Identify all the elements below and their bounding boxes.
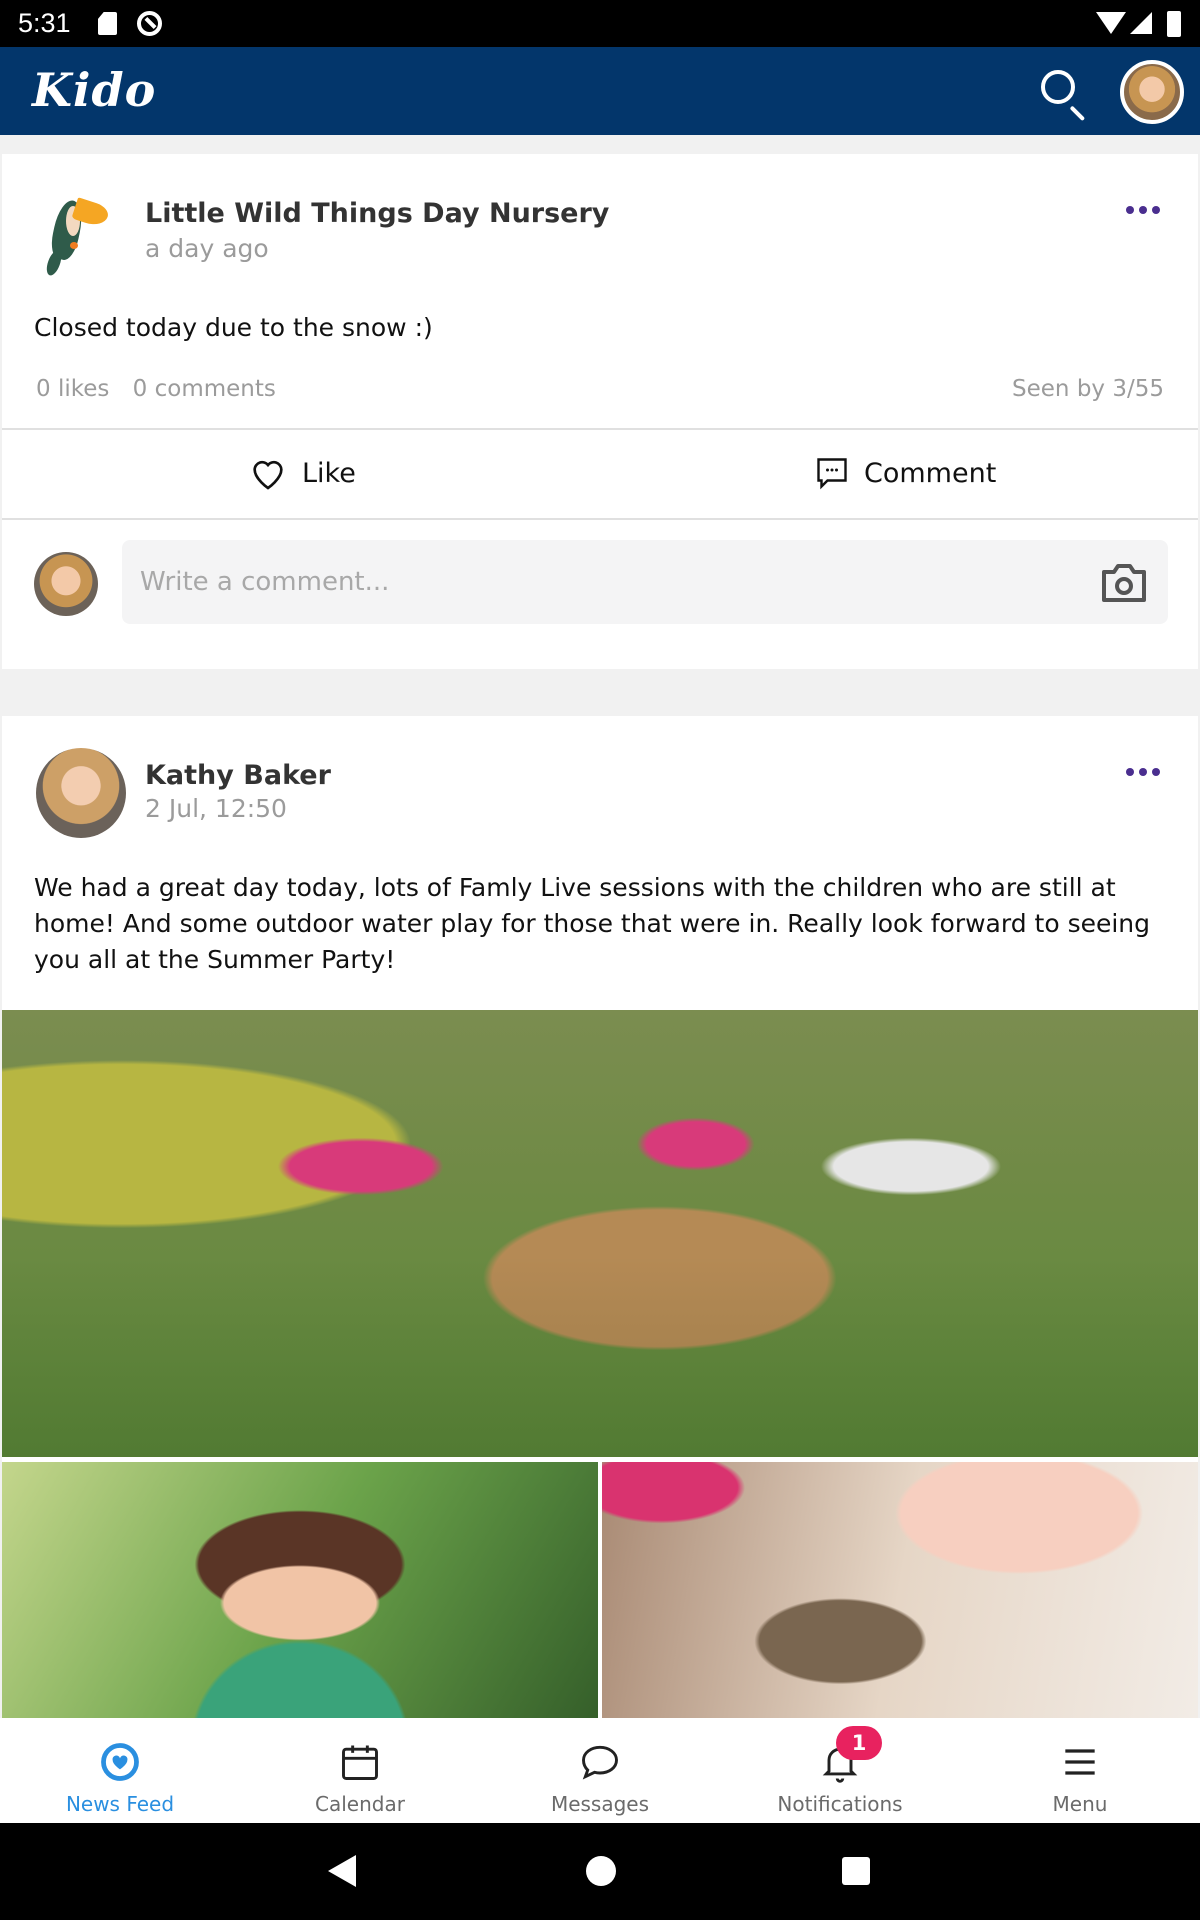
- more-options-button[interactable]: [1126, 206, 1160, 216]
- user-avatar: [34, 552, 98, 616]
- status-time: 5:31: [18, 8, 71, 38]
- wifi-icon: [1096, 12, 1126, 34]
- post-time: a day ago: [145, 234, 269, 263]
- search-icon: [1041, 70, 1075, 104]
- profile-avatar[interactable]: [1120, 60, 1184, 124]
- like-label: Like: [302, 457, 356, 489]
- post-card: Kathy Baker 2 Jul, 12:50 We had a great …: [2, 716, 1198, 1718]
- nav-label: Calendar: [315, 1792, 405, 1816]
- do-not-disturb-icon: [137, 11, 162, 36]
- post-photo-girl-garden[interactable]: [2, 1462, 598, 1718]
- heart-icon: [253, 460, 283, 490]
- app-bar: Kido: [0, 47, 1200, 135]
- nav-menu[interactable]: Menu: [960, 1718, 1200, 1823]
- toucan-logo-icon[interactable]: [43, 196, 114, 278]
- comment-button[interactable]: Comment: [814, 430, 996, 516]
- author-avatar[interactable]: [36, 748, 126, 838]
- search-icon-handle: [1069, 105, 1086, 122]
- home-icon[interactable]: [586, 1856, 616, 1886]
- notification-badge: 1: [836, 1726, 882, 1760]
- comments-count[interactable]: 0 comments: [133, 376, 276, 402]
- bottom-navigation: News Feed Calendar Messages 1 Notificati…: [0, 1718, 1200, 1823]
- seen-by[interactable]: Seen by 3/55: [1012, 376, 1164, 402]
- like-button[interactable]: Like: [248, 430, 356, 516]
- recent-apps-icon[interactable]: [842, 1857, 870, 1885]
- menu-icon: [1065, 1749, 1095, 1775]
- post-photo-water-play[interactable]: [2, 1010, 1198, 1457]
- calendar-icon: [342, 1745, 378, 1780]
- camera-icon[interactable]: [1100, 560, 1148, 604]
- post-body: We had a great day today, lots of Famly …: [34, 873, 1151, 974]
- post-author[interactable]: Kathy Baker: [145, 760, 331, 791]
- comment-icon: [817, 458, 847, 490]
- status-bar: 5:31: [0, 0, 1200, 47]
- search-button[interactable]: [1038, 67, 1088, 122]
- nav-messages[interactable]: Messages: [480, 1718, 720, 1823]
- post-time: 2 Jul, 12:50: [145, 794, 287, 823]
- nav-label: News Feed: [65, 1792, 175, 1816]
- nav-calendar[interactable]: Calendar: [240, 1718, 480, 1823]
- post-author[interactable]: Little Wild Things Day Nursery: [145, 198, 609, 229]
- app-logo: Kido: [32, 63, 157, 117]
- comment-input[interactable]: [122, 540, 1168, 624]
- comment-composer: [2, 532, 1198, 642]
- post-body: Closed today due to the snow :): [34, 313, 433, 342]
- comment-label: Comment: [864, 457, 997, 489]
- system-navigation-bar: [0, 1823, 1200, 1920]
- messages-icon: [582, 1745, 618, 1780]
- more-options-button[interactable]: [1126, 768, 1160, 778]
- sd-card-icon: [98, 12, 117, 35]
- battery-icon: [1167, 11, 1181, 37]
- signal-icon: [1130, 12, 1152, 34]
- nav-label: Menu: [1052, 1792, 1108, 1816]
- nav-label: Messages: [550, 1792, 650, 1816]
- nav-notifications[interactable]: 1 Notifications: [720, 1718, 960, 1823]
- back-icon[interactable]: [328, 1855, 356, 1887]
- post-card: Little Wild Things Day Nursery a day ago…: [2, 154, 1198, 669]
- divider: [2, 518, 1198, 520]
- post-photo-smiling-child[interactable]: [602, 1462, 1198, 1718]
- likes-count[interactable]: 0 likes: [36, 376, 109, 402]
- divider: [2, 428, 1198, 430]
- news-feed-icon: [101, 1743, 139, 1781]
- nav-label: Notifications: [777, 1792, 903, 1816]
- nav-news-feed[interactable]: News Feed: [0, 1718, 240, 1823]
- post-stats: 0 likes 0 comments Seen by 3/55: [36, 376, 1164, 402]
